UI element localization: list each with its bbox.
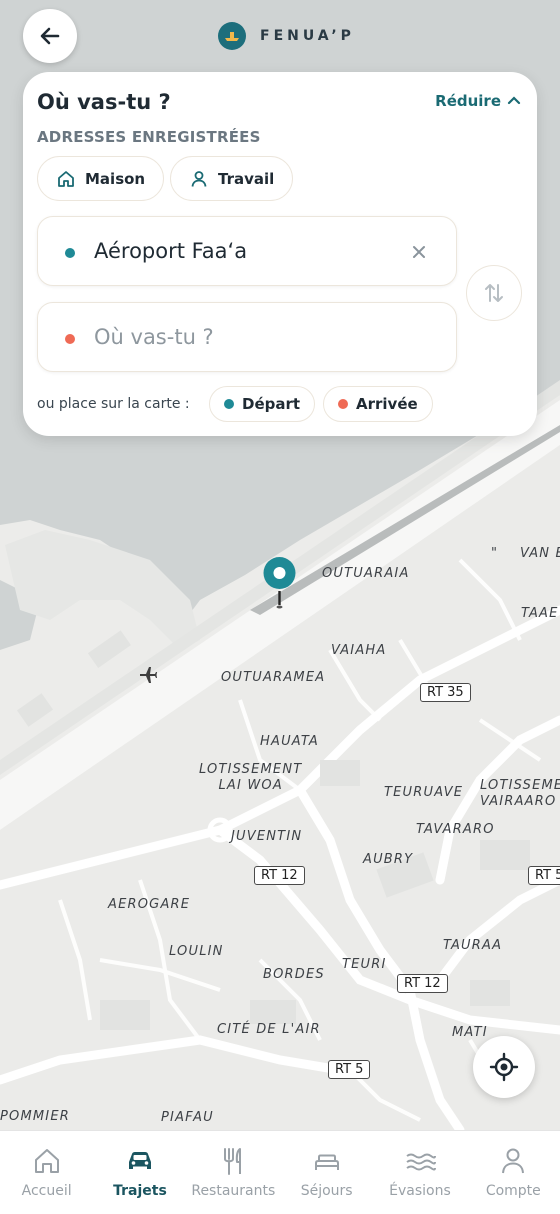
map-label-bordes: BORDES <box>263 967 325 982</box>
map-label-lotissement-vairaaro: LOTISSEME VAIRAARO <box>480 778 560 809</box>
nav-label: Séjours <box>300 1183 353 1199</box>
road-shield-rt35: RT 35 <box>420 683 471 702</box>
map-label-cite-de-lair: CITÉ DE L'AIR <box>217 1022 321 1037</box>
map-label-piafau: PIAFAU <box>161 1110 214 1125</box>
map-pin-icon[interactable] <box>260 555 300 611</box>
map-label-aerogare: AEROGARE <box>108 897 191 912</box>
saved-addresses-title: ADRESSES ENREGISTRÉES <box>37 128 261 146</box>
nav-label: Trajets <box>113 1183 167 1199</box>
road-shield-rt5: RT 5 <box>528 866 560 885</box>
swap-vertical-icon <box>485 284 503 302</box>
nav-item-compte[interactable]: Compte <box>467 1131 560 1214</box>
map-label-hauata: HAUATA <box>260 734 319 749</box>
person-icon <box>191 170 207 187</box>
nav-item-accueil[interactable]: Accueil <box>0 1131 93 1214</box>
origin-field[interactable]: Aéroport Faa‘a <box>37 216 457 286</box>
saved-address-maison[interactable]: Maison <box>37 156 165 201</box>
place-on-map-label: ou place sur la carte : <box>37 396 190 412</box>
nav-label: Restaurants <box>191 1183 276 1199</box>
arrival-dot <box>338 399 348 409</box>
brand-logo <box>218 22 246 50</box>
destination-placeholder: Où vas-tu ? <box>94 325 214 349</box>
search-panel: Où vas-tu ? Réduire ADRESSES ENREGISTRÉE… <box>23 72 537 436</box>
map-label-juventin: JUVENTIN <box>231 829 303 844</box>
map-label-loulin: LOULIN <box>169 944 224 959</box>
brand-name: FENUA’P <box>260 28 355 44</box>
swap-button[interactable] <box>466 265 522 321</box>
map-label-quote: " <box>491 546 499 561</box>
nav-label: Compte <box>485 1183 541 1199</box>
map-label-pommier: POMMIER <box>0 1109 70 1124</box>
saved-address-travail[interactable]: Travail <box>170 156 294 201</box>
bed-icon <box>314 1154 339 1170</box>
destination-field[interactable]: Où vas-tu ? <box>37 302 457 372</box>
locate-me-button[interactable] <box>473 1036 535 1098</box>
origin-value: Aéroport Faa‘a <box>94 239 248 263</box>
person-icon <box>502 1148 525 1174</box>
saved-address-label: Maison <box>85 169 146 188</box>
road-shield-rt5: RT 5 <box>328 1060 371 1079</box>
destination-dot <box>65 334 75 344</box>
place-departure-button[interactable]: Départ <box>209 386 316 422</box>
nav-label: Évasions <box>389 1183 451 1199</box>
home-icon <box>34 1149 59 1173</box>
departure-label: Départ <box>242 395 301 413</box>
arrival-label: Arrivée <box>356 395 418 413</box>
chevron-up-icon <box>507 96 521 105</box>
reduce-button[interactable]: Réduire <box>435 92 521 110</box>
map-label-tauraa: TAURAA <box>443 938 503 953</box>
nav-item-sejours[interactable]: Séjours <box>280 1131 373 1214</box>
panel-title: Où vas-tu ? <box>37 90 171 114</box>
home-icon <box>58 170 74 187</box>
map-label-lotissement-lai-woa: LOTISSEMENT LAI WOA <box>199 762 303 793</box>
map-label-tavararo: TAVARARO <box>416 822 495 837</box>
back-button[interactable] <box>23 9 77 63</box>
close-icon[interactable] <box>410 243 428 261</box>
nav-item-restaurants[interactable]: Restaurants <box>187 1131 280 1214</box>
origin-dot <box>65 248 75 258</box>
saved-address-label: Travail <box>218 169 275 188</box>
map-label-outuaraia: OUTUARAIA <box>322 566 410 581</box>
map-label-vaiaha: VAIAHA <box>331 643 387 658</box>
arrow-left-icon <box>40 27 60 45</box>
map-label-teuruave: TEURUAVE <box>384 785 464 800</box>
road-shield-rt12: RT 12 <box>254 866 305 885</box>
nav-item-trajets[interactable]: Trajets <box>93 1131 186 1214</box>
map-label-taae: TAAE <box>521 606 559 621</box>
brand: FENUA’P <box>218 22 355 50</box>
place-arrival-button[interactable]: Arrivée <box>323 386 433 422</box>
map-label-teuri: TEURI <box>342 957 387 972</box>
map-label-mati: MATI <box>452 1025 488 1040</box>
crosshair-icon <box>489 1052 519 1082</box>
reduce-label: Réduire <box>435 92 501 110</box>
nav-label: Accueil <box>21 1183 72 1199</box>
map-label-aubry: AUBRY <box>363 852 414 867</box>
waves-icon <box>406 1153 436 1171</box>
departure-dot <box>224 399 234 409</box>
bottom-nav: Accueil Trajets Restaurants Séjours Évas… <box>0 1130 560 1214</box>
road-shield-rt12: RT 12 <box>397 974 448 993</box>
car-icon <box>128 1152 151 1169</box>
map-label-outuaramea: OUTUARAMEA <box>221 670 326 685</box>
map-label-van-e: VAN E <box>520 546 560 561</box>
nav-item-evasions[interactable]: Évasions <box>373 1131 466 1214</box>
cutlery-icon <box>224 1148 242 1175</box>
